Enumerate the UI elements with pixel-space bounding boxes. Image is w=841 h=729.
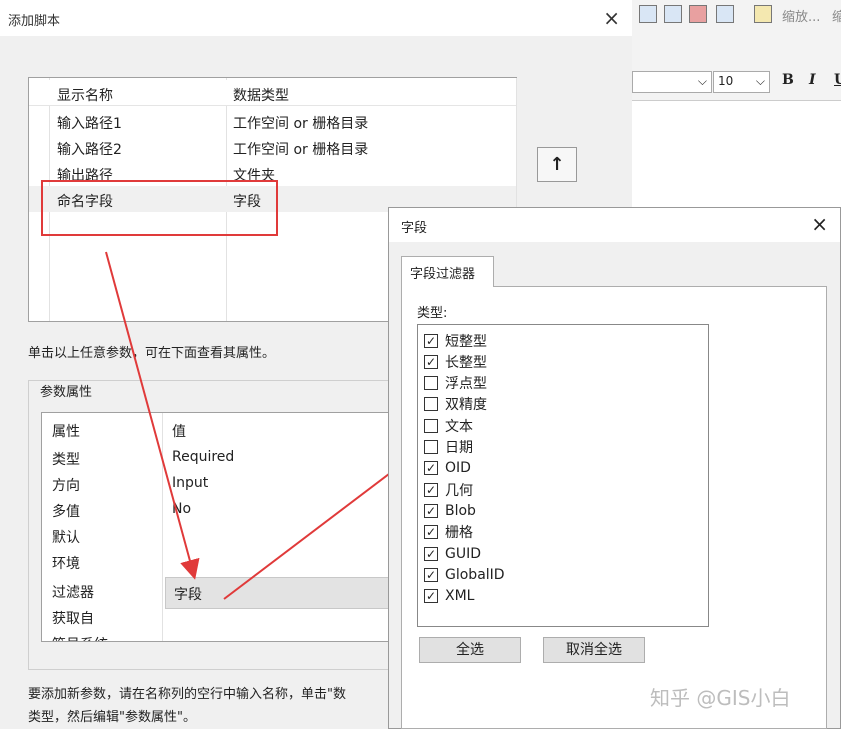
checkbox-item[interactable]: ✓ XML	[424, 586, 474, 607]
checkbox-unchecked-icon[interactable]	[424, 440, 438, 454]
checkbox-unchecked-icon[interactable]	[424, 418, 438, 433]
checkbox-label: OID	[445, 460, 471, 477]
close-icon[interactable]: ×	[811, 212, 828, 236]
checkbox-checked-icon[interactable]: ✓	[424, 503, 438, 518]
checkbox-checked-icon[interactable]: ✓	[424, 567, 438, 582]
checkbox-label: 浮点型	[445, 376, 487, 393]
checkbox-unchecked-icon[interactable]	[424, 397, 438, 412]
checkbox-item[interactable]: 双精度	[424, 394, 487, 415]
checkbox-item[interactable]: ✓ Blob	[424, 500, 476, 521]
arrow-down	[105, 251, 200, 580]
watermark: 知乎 @GIS小白	[650, 686, 791, 710]
checkbox-checked-icon[interactable]: ✓	[424, 546, 438, 561]
checkbox-checked-icon[interactable]: ✓	[424, 461, 438, 476]
checkbox-label: Blob	[445, 502, 476, 519]
checkbox-item[interactable]: 浮点型	[424, 373, 487, 394]
type-label: 类型:	[417, 306, 448, 321]
checkbox-item[interactable]: ✓ GUID	[424, 543, 481, 564]
field-dialog-title: 字段	[401, 221, 428, 236]
checkbox-checked-icon[interactable]: ✓	[424, 589, 438, 604]
checkbox-label: 长整型	[445, 354, 487, 371]
checkbox-checked-icon[interactable]: ✓	[424, 354, 438, 369]
field-dialog-titlebar: 字段 ×	[389, 208, 840, 242]
checkbox-item[interactable]: ✓ GlobalID	[424, 564, 505, 585]
checkbox-label: 日期	[445, 440, 473, 456]
checkbox-label: XML	[445, 588, 475, 605]
select-all-button[interactable]: 全选	[419, 637, 521, 663]
arrow-right	[223, 453, 417, 600]
checkbox-label: 几何	[445, 482, 473, 499]
checkbox-label: 短整型	[445, 333, 487, 350]
checkbox-label: GUID	[445, 545, 482, 562]
checkbox-label: 双精度	[445, 397, 487, 414]
checkbox-item[interactable]: ✓ 短整型	[424, 330, 487, 351]
checkbox-item[interactable]: ✓ OID	[424, 458, 471, 479]
checkbox-checked-icon[interactable]: ✓	[424, 482, 438, 497]
checkbox-checked-icon[interactable]: ✓	[424, 333, 438, 348]
checkbox-item[interactable]: 文本	[424, 415, 473, 436]
type-checklist[interactable]: ✓ 短整型 ✓ 长整型浮点型双精度文本日期 ✓ OID ✓ 几何 ✓ Blob ✓ 栅格 ✓ GUID ✓ G…	[417, 324, 709, 627]
checkbox-label: 文本	[445, 418, 473, 435]
checkbox-item[interactable]: ✓ 几何	[424, 479, 473, 500]
checkbox-label: GlobalID	[445, 566, 505, 583]
checkbox-item[interactable]: ✓ 长整型	[424, 351, 487, 372]
checkbox-item[interactable]: 日期	[424, 437, 473, 458]
checkbox-checked-icon[interactable]: ✓	[424, 525, 438, 540]
checkbox-label: 栅格	[445, 525, 473, 542]
deselect-all-button[interactable]: 取消全选	[543, 637, 645, 663]
checkbox-item[interactable]: ✓ 栅格	[424, 522, 473, 543]
checkbox-unchecked-icon[interactable]	[424, 376, 438, 391]
tab-field-filter[interactable]: 字段过滤器	[401, 256, 494, 287]
